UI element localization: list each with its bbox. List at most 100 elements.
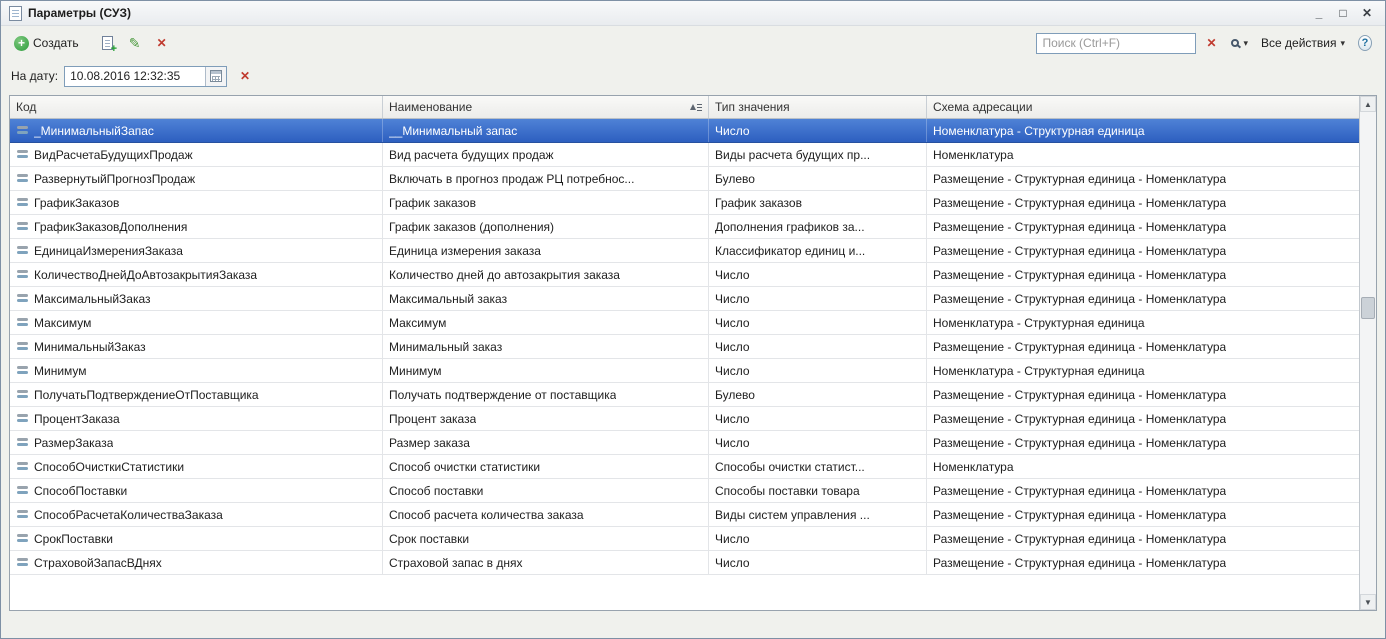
schema-cell[interactable]: Размещение - Структурная единица - Номен… — [927, 263, 1359, 286]
table-row[interactable]: СрокПоставкиСрок поставкиЧислоРазмещение… — [10, 527, 1359, 551]
type-cell[interactable]: Булево — [709, 167, 927, 190]
name-cell[interactable]: __Минимальный запас — [383, 119, 709, 142]
code-cell[interactable]: Максимум — [10, 311, 383, 334]
type-cell[interactable]: Число — [709, 311, 927, 334]
minimize-button[interactable]: _ — [1309, 4, 1329, 22]
scrollbar-thumb[interactable] — [1361, 297, 1375, 319]
name-cell[interactable]: Минимум — [383, 359, 709, 382]
schema-cell[interactable]: Размещение - Структурная единица - Номен… — [927, 383, 1359, 406]
vertical-scrollbar[interactable]: ▲ ▼ — [1359, 96, 1376, 610]
name-cell[interactable]: Способ поставки — [383, 479, 709, 502]
type-cell[interactable]: Число — [709, 119, 927, 142]
close-button[interactable]: ✕ — [1357, 4, 1377, 22]
code-cell[interactable]: ВидРасчетаБудущихПродаж — [10, 143, 383, 166]
schema-cell[interactable]: Номенклатура - Структурная единица — [927, 359, 1359, 382]
name-cell[interactable]: Размер заказа — [383, 431, 709, 454]
code-cell[interactable]: МинимальныйЗаказ — [10, 335, 383, 358]
code-cell[interactable]: СпособРасчетаКоличестваЗаказа — [10, 503, 383, 526]
code-cell[interactable]: ГрафикЗаказовДополнения — [10, 215, 383, 238]
name-cell[interactable]: Количество дней до автозакрытия заказа — [383, 263, 709, 286]
name-cell[interactable]: График заказов (дополнения) — [383, 215, 709, 238]
schema-cell[interactable]: Размещение - Структурная единица - Номен… — [927, 479, 1359, 502]
code-cell[interactable]: РазмерЗаказа — [10, 431, 383, 454]
table-row[interactable]: _МинимальныйЗапас__Минимальный запасЧисл… — [10, 119, 1359, 143]
edit-button[interactable]: ✎ — [123, 31, 147, 55]
type-cell[interactable]: График заказов — [709, 191, 927, 214]
column-header-3[interactable]: Схема адресации — [927, 96, 1359, 118]
titlebar[interactable]: Параметры (СУЗ) _ □ ✕ — [1, 1, 1385, 26]
all-actions-button[interactable]: Все действия ▾ — [1256, 33, 1350, 53]
scroll-up-button[interactable]: ▲ — [1360, 96, 1376, 112]
schema-cell[interactable]: Размещение - Структурная единица - Номен… — [927, 239, 1359, 262]
code-cell[interactable]: СпособОчисткиСтатистики — [10, 455, 383, 478]
table-row[interactable]: РазмерЗаказаРазмер заказаЧислоРазмещение… — [10, 431, 1359, 455]
type-cell[interactable]: Число — [709, 551, 927, 574]
scrollbar-track[interactable] — [1360, 112, 1376, 594]
schema-cell[interactable]: Номенклатура - Структурная единица — [927, 119, 1359, 142]
code-cell[interactable]: МаксимальныйЗаказ — [10, 287, 383, 310]
code-cell[interactable]: Минимум — [10, 359, 383, 382]
name-cell[interactable]: Способ расчета количества заказа — [383, 503, 709, 526]
table-row[interactable]: СпособРасчетаКоличестваЗаказаСпособ расч… — [10, 503, 1359, 527]
name-cell[interactable]: Единица измерения заказа — [383, 239, 709, 262]
table-row[interactable]: СпособПоставкиСпособ поставкиСпособы пос… — [10, 479, 1359, 503]
table-row[interactable]: МинимальныйЗаказМинимальный заказЧислоРа… — [10, 335, 1359, 359]
table-row[interactable]: СтраховойЗапасВДняхСтраховой запас в дня… — [10, 551, 1359, 575]
code-cell[interactable]: СпособПоставки — [10, 479, 383, 502]
schema-cell[interactable]: Номенклатура — [927, 143, 1359, 166]
delete-button[interactable]: ✕ — [150, 31, 174, 55]
code-cell[interactable]: ЕдиницаИзмеренияЗаказа — [10, 239, 383, 262]
code-cell[interactable]: СрокПоставки — [10, 527, 383, 550]
calendar-button[interactable] — [205, 67, 226, 86]
schema-cell[interactable]: Номенклатура — [927, 455, 1359, 478]
table-row[interactable]: СпособОчисткиСтатистикиСпособ очистки ст… — [10, 455, 1359, 479]
type-cell[interactable]: Число — [709, 407, 927, 430]
schema-cell[interactable]: Размещение - Структурная единица - Номен… — [927, 407, 1359, 430]
type-cell[interactable]: Число — [709, 431, 927, 454]
maximize-button[interactable]: □ — [1333, 4, 1353, 22]
schema-cell[interactable]: Размещение - Структурная единица - Номен… — [927, 431, 1359, 454]
type-cell[interactable]: Способы поставки товара — [709, 479, 927, 502]
name-cell[interactable]: Получать подтверждение от поставщика — [383, 383, 709, 406]
table-row[interactable]: ПроцентЗаказаПроцент заказаЧислоРазмещен… — [10, 407, 1359, 431]
name-cell[interactable]: Процент заказа — [383, 407, 709, 430]
copy-button[interactable] — [96, 31, 120, 55]
schema-cell[interactable]: Размещение - Структурная единица - Номен… — [927, 167, 1359, 190]
code-cell[interactable]: КоличествоДнейДоАвтозакрытияЗаказа — [10, 263, 383, 286]
code-cell[interactable]: СтраховойЗапасВДнях — [10, 551, 383, 574]
type-cell[interactable]: Способы очистки статист... — [709, 455, 927, 478]
type-cell[interactable]: Число — [709, 263, 927, 286]
table-row[interactable]: ЕдиницаИзмеренияЗаказаЕдиница измерения … — [10, 239, 1359, 263]
date-clear-button[interactable]: ✕ — [233, 64, 257, 88]
name-cell[interactable]: Максимальный заказ — [383, 287, 709, 310]
schema-cell[interactable]: Размещение - Структурная единица - Номен… — [927, 527, 1359, 550]
table-row[interactable]: МаксимумМаксимумЧислоНоменклатура - Стру… — [10, 311, 1359, 335]
code-cell[interactable]: ГрафикЗаказов — [10, 191, 383, 214]
schema-cell[interactable]: Размещение - Структурная единица - Номен… — [927, 503, 1359, 526]
create-button[interactable]: + Создать — [9, 33, 84, 54]
code-cell[interactable]: ПолучатьПодтверждениеОтПоставщика — [10, 383, 383, 406]
table-row[interactable]: ГрафикЗаказовГрафик заказовГрафик заказо… — [10, 191, 1359, 215]
type-cell[interactable]: Классификатор единиц и... — [709, 239, 927, 262]
name-cell[interactable]: График заказов — [383, 191, 709, 214]
name-cell[interactable]: Минимальный заказ — [383, 335, 709, 358]
search-clear-button[interactable]: ✕ — [1199, 31, 1223, 55]
column-header-1[interactable]: Наименование — [383, 96, 709, 118]
code-cell[interactable]: ПроцентЗаказа — [10, 407, 383, 430]
schema-cell[interactable]: Размещение - Структурная единица - Номен… — [927, 335, 1359, 358]
schema-cell[interactable]: Размещение - Структурная единица - Номен… — [927, 215, 1359, 238]
type-cell[interactable]: Виды систем управления ... — [709, 503, 927, 526]
type-cell[interactable]: Число — [709, 335, 927, 358]
table-row[interactable]: МинимумМинимумЧислоНоменклатура - Структ… — [10, 359, 1359, 383]
name-cell[interactable]: Способ очистки статистики — [383, 455, 709, 478]
table-row[interactable]: КоличествоДнейДоАвтозакрытияЗаказаКоличе… — [10, 263, 1359, 287]
table-row[interactable]: ВидРасчетаБудущихПродажВид расчета будущ… — [10, 143, 1359, 167]
help-button[interactable]: ? — [1353, 31, 1377, 55]
column-header-2[interactable]: Тип значения — [709, 96, 927, 118]
name-cell[interactable]: Максимум — [383, 311, 709, 334]
column-header-0[interactable]: Код — [10, 96, 383, 118]
name-cell[interactable]: Включать в прогноз продаж РЦ потребнос..… — [383, 167, 709, 190]
type-cell[interactable]: Число — [709, 287, 927, 310]
table-row[interactable]: РазвернутыйПрогнозПродажВключать в прогн… — [10, 167, 1359, 191]
table-row[interactable]: МаксимальныйЗаказМаксимальный заказЧисло… — [10, 287, 1359, 311]
